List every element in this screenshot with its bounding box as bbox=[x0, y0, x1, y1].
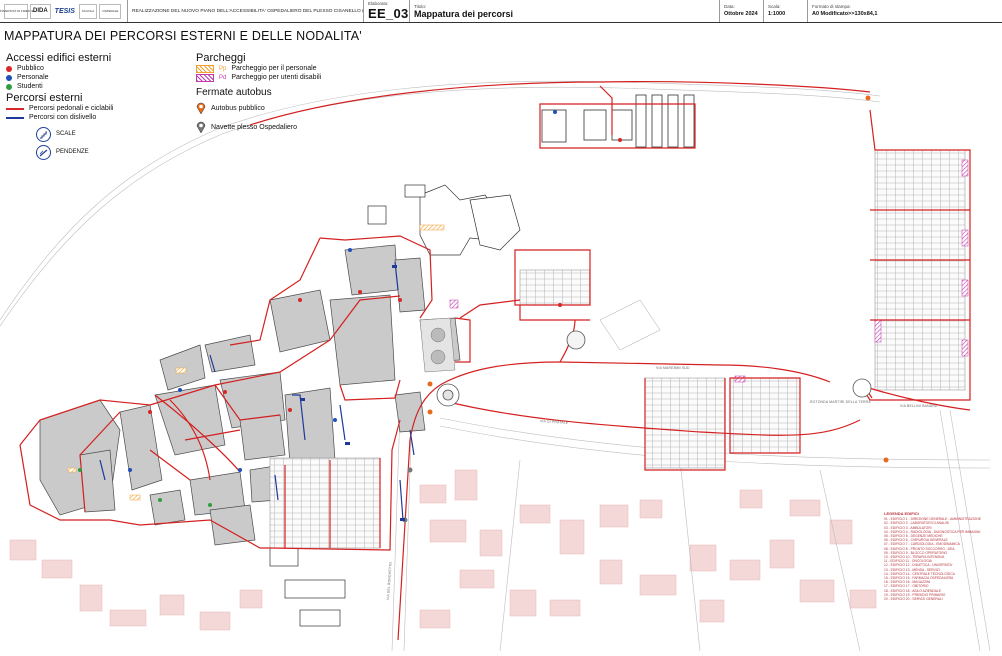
legend-item-students: Studenti bbox=[6, 82, 186, 91]
legend-item-public-bus: Autobus pubblico bbox=[196, 101, 376, 115]
street-label: VIA MAREMMI SUD bbox=[656, 366, 690, 370]
drawing-title: Mappatura dei percorsi bbox=[414, 8, 514, 19]
legend-item-public: Pubblico bbox=[6, 64, 186, 73]
public-access-dot-icon bbox=[6, 65, 12, 72]
north-buildings bbox=[541, 94, 695, 148]
legend-item-stairs: SCALE bbox=[6, 125, 186, 143]
staff-parking-hatch-icon bbox=[196, 64, 214, 73]
drawing-code-cell: Elaborato: EE_03 bbox=[364, 0, 410, 22]
legend-access-routes: Accessi edifici esterni Pubblico Persona… bbox=[6, 52, 186, 161]
school-logo: SCUOLA bbox=[78, 3, 98, 19]
legend-label: Studenti bbox=[17, 83, 43, 90]
stairs-icon bbox=[36, 126, 51, 142]
notes-lines: 01 - EDIFICIO 1 - DIREZIONE GENERALE - A… bbox=[884, 517, 994, 601]
staff-access-dot-icon bbox=[6, 74, 12, 81]
format-cell: Formato di stampa: A0 Modificato>>130x84… bbox=[808, 0, 1002, 22]
street-label: ROTONDA MARTIRI DELLA TERRA bbox=[810, 400, 871, 404]
legend-label: PENDENZE bbox=[56, 149, 89, 155]
student-access-dot-icon bbox=[6, 83, 12, 90]
legend-label: Personale bbox=[17, 74, 49, 81]
legend-item-shuttle: Navette plesso Ospedaliero bbox=[196, 120, 376, 134]
legend-label: Percorsi pedonali e ciclabili bbox=[29, 105, 114, 112]
building-legend-notes: LEGENDA EDIFICI 01 - EDIFICIO 1 - DIREZI… bbox=[884, 512, 994, 604]
street-label: VIA BELLINI BANDINI bbox=[900, 404, 938, 408]
pedestrian-route-line-icon bbox=[6, 107, 24, 110]
project-description-cell: REALIZZAZIONE DEL NUOVO PIANO DELL'ACCES… bbox=[128, 0, 364, 22]
title-block: UNIVERSITÀ DI FIRENZE DIDA TESIS SCUOLA … bbox=[0, 0, 1002, 23]
date-cell: Data: Ottobre 2024 bbox=[720, 0, 764, 22]
legend-item-disabled-parking: Pd Parcheggio per utenti disabili bbox=[196, 73, 376, 82]
shuttle-stop-icon bbox=[196, 121, 206, 133]
scale-value: 1:1000 bbox=[768, 10, 786, 17]
context-buildings bbox=[9, 469, 877, 631]
scale-cell: Scala: 1:1000 bbox=[764, 0, 808, 22]
university-logo: UNIVERSITÀ DI FIRENZE bbox=[0, 3, 34, 19]
map-title: MAPPATURA DEI PERCORSI ESTERNI E DELLE N… bbox=[4, 29, 362, 43]
legend-label: SCALE bbox=[56, 131, 76, 137]
notes-line: 20 - EDIFICIO 20 - SERVIZI GENERALI bbox=[884, 597, 943, 602]
date-value: Ottobre 2024 bbox=[724, 10, 758, 17]
disabled-parking-hatch-icon bbox=[196, 73, 214, 82]
drawing-code: EE_03 bbox=[368, 6, 409, 21]
legend-bus-heading: Fermate autobus bbox=[196, 87, 272, 98]
dida-logo: DIDA bbox=[30, 3, 51, 19]
legend-access-heading: Accessi edifici esterni bbox=[6, 52, 112, 64]
central-courtyard bbox=[419, 317, 456, 373]
parking-code: Pp bbox=[219, 65, 227, 72]
legend-item-ramps: PENDENZE bbox=[6, 143, 186, 161]
legend-item-level-change: Percorsi con dislivello bbox=[6, 113, 186, 122]
ramp-icon bbox=[36, 144, 51, 160]
legend-label: Percorsi con dislivello bbox=[29, 114, 97, 121]
notes-heading: LEGENDA EDIFICI bbox=[884, 512, 919, 516]
public-bus-stop-icon bbox=[196, 102, 206, 114]
level-change-route-line-icon bbox=[6, 116, 24, 119]
project-description: REALIZZAZIONE DEL NUOVO PIANO DELL'ACCES… bbox=[132, 8, 364, 14]
parking-code: Pd bbox=[219, 74, 227, 81]
legend-routes-heading: Percorsi esterni bbox=[6, 92, 83, 104]
legend-label: Autobus pubblico bbox=[211, 104, 265, 112]
hospital-logo: OSPEDALE bbox=[99, 3, 122, 19]
legend-label: Pubblico bbox=[17, 65, 44, 72]
drawing-title-cell: Titolo: Mappatura dei percorsi bbox=[410, 0, 720, 22]
legend-label: Parcheggio per utenti disabili bbox=[231, 74, 322, 81]
legend-item-pedestrian: Percorsi pedonali e ciclabili bbox=[6, 104, 186, 113]
legend-item-staff-parking: Pp Parcheggio per il personale bbox=[196, 64, 376, 73]
legend-item-staff: Personale bbox=[6, 73, 186, 82]
legend-label: Navette plesso Ospedaliero bbox=[211, 123, 297, 131]
legend-parking-bus: Parcheggi Pp Parcheggio per il personale… bbox=[196, 52, 376, 134]
road-network bbox=[0, 80, 991, 652]
logo-strip: UNIVERSITÀ DI FIRENZE DIDA TESIS SCUOLA … bbox=[0, 0, 128, 22]
tesis-logo: TESIS bbox=[54, 7, 75, 15]
legend-label: Parcheggio per il personale bbox=[231, 65, 317, 72]
format-value: A0 Modificato>>130x84,1 bbox=[812, 10, 878, 17]
legend-parking-heading: Parcheggi bbox=[196, 52, 246, 64]
